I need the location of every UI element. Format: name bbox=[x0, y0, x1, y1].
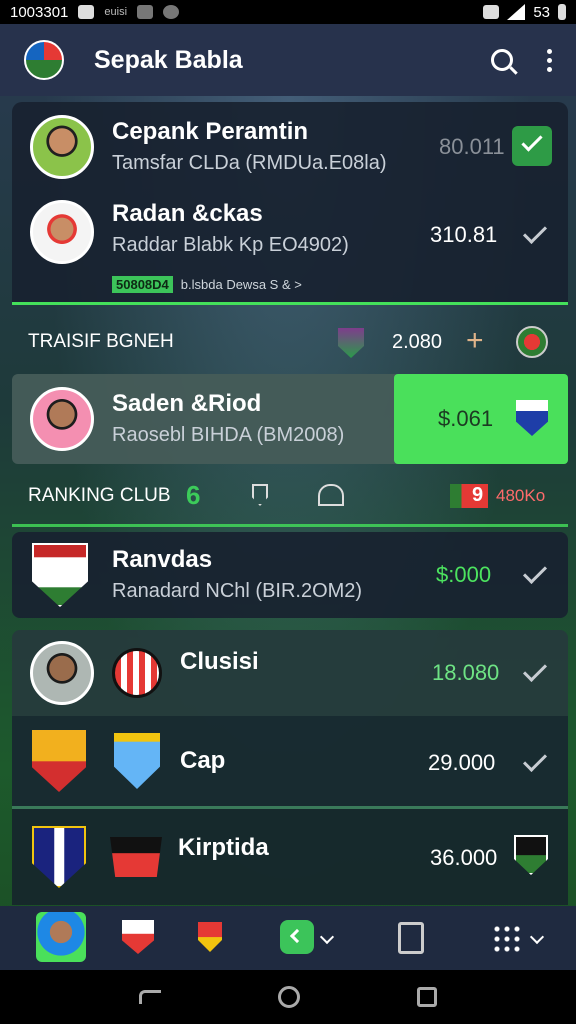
section-title: TRAISIF BGNEH bbox=[28, 331, 174, 352]
transfer-link-strip[interactable]: 50808D4 b.lsbda Dewsa S & > bbox=[112, 276, 302, 293]
recent-apps-icon[interactable] bbox=[417, 987, 438, 1007]
check-icon bbox=[521, 130, 543, 152]
price-value: $.061 bbox=[438, 406, 494, 431]
link-text: b.lsbda Dewsa S & > bbox=[180, 277, 302, 292]
ranking-row[interactable]: Kirptida 36.000 bbox=[12, 809, 568, 905]
club-value: 29.000 bbox=[428, 750, 496, 775]
ranking-row[interactable]: Clusisi 18.080 bbox=[12, 630, 568, 716]
price-panel[interactable]: $.061 bbox=[394, 374, 568, 464]
link-tag: 50808D4 bbox=[112, 276, 173, 293]
club-crest-icon bbox=[32, 826, 86, 888]
club-crest-icon bbox=[114, 733, 160, 789]
chevron-down-icon[interactable] bbox=[319, 929, 335, 945]
nav-more-icon[interactable] bbox=[492, 924, 520, 952]
check-icon[interactable] bbox=[522, 747, 548, 773]
home-icon[interactable] bbox=[277, 986, 300, 1008]
system-nav bbox=[0, 970, 576, 1024]
notification-icon bbox=[78, 5, 95, 19]
flag-number: 9 bbox=[472, 484, 484, 506]
club-badge-icon[interactable] bbox=[516, 326, 548, 358]
player-name: Saden &Riod bbox=[112, 390, 262, 417]
ranking-row[interactable]: Ranvdas Ranadard NChl (BIR.2OM2) $:000 bbox=[12, 532, 568, 618]
status-bar: 1003301 euisi 53 bbox=[0, 0, 576, 24]
ranking-row[interactable]: Cap 29.000 bbox=[12, 716, 568, 806]
player-detail: Raddar Blabk Kp EO4902) bbox=[112, 234, 349, 256]
club-crest-icon bbox=[32, 730, 86, 792]
club-value: $:000 bbox=[436, 562, 492, 587]
section-value: 2.080 bbox=[392, 331, 443, 353]
signal-icon bbox=[507, 4, 526, 20]
player-name: Cepank Peramtin bbox=[112, 118, 309, 145]
club-value: 18.080 bbox=[432, 660, 500, 685]
transfer-value: 310.81 bbox=[430, 222, 498, 247]
alarm-icon bbox=[483, 5, 500, 19]
ranking-section-header: RANKING CLUB 6 9 480Ko bbox=[12, 468, 568, 524]
nav-club-icon[interactable] bbox=[122, 920, 154, 954]
battery-icon bbox=[558, 4, 566, 20]
sync-icon bbox=[163, 5, 180, 19]
app-logo bbox=[24, 40, 64, 80]
app-title: Sepak Babla bbox=[94, 45, 243, 74]
status-time: 1003301 bbox=[10, 3, 69, 21]
battery-level: 53 bbox=[533, 3, 550, 21]
ranking-value: 480Ko bbox=[496, 486, 546, 505]
player-avatar bbox=[30, 387, 94, 451]
add-icon[interactable]: + bbox=[466, 324, 484, 358]
club-crest-icon bbox=[516, 400, 548, 436]
status-app-label: euisi bbox=[104, 6, 128, 18]
player-avatar bbox=[30, 200, 94, 264]
player-name: Radan &ckas bbox=[112, 200, 263, 227]
search-icon[interactable] bbox=[491, 49, 513, 71]
club-name: Cap bbox=[180, 747, 226, 774]
ranking-count: 6 bbox=[186, 480, 201, 510]
club-value: 36.000 bbox=[430, 845, 498, 870]
player-avatar bbox=[30, 115, 94, 179]
club-crest-icon[interactable] bbox=[514, 835, 548, 875]
section-title: RANKING CLUB bbox=[28, 485, 171, 506]
bottom-nav bbox=[0, 906, 576, 970]
club-crest-icon bbox=[338, 328, 364, 358]
photo-icon bbox=[137, 5, 154, 19]
back-icon[interactable] bbox=[138, 990, 161, 1004]
checked-checkbox[interactable] bbox=[512, 126, 552, 166]
club-name: Ranvdas bbox=[112, 546, 213, 573]
chevron-down-icon[interactable] bbox=[529, 929, 545, 945]
app-bar: Sepak Babla bbox=[0, 24, 576, 96]
player-avatar bbox=[30, 641, 94, 705]
transfer-card[interactable]: Cepank Peramtin Tamsfar CLDa (RMDUa.E08l… bbox=[12, 102, 568, 192]
check-icon[interactable] bbox=[522, 559, 548, 585]
club-detail: Ranadard NChl (BIR.2OM2) bbox=[112, 580, 363, 602]
divider bbox=[12, 302, 568, 305]
club-badge-icon bbox=[112, 648, 162, 698]
stadium-icon[interactable] bbox=[318, 484, 344, 506]
nav-badge-icon[interactable] bbox=[198, 922, 222, 952]
club-name: Kirptida bbox=[178, 834, 269, 861]
transfer-card[interactable]: Radan &ckas Raddar Blabk Kp EO4902) 310.… bbox=[12, 192, 568, 302]
more-options-icon[interactable] bbox=[547, 48, 552, 72]
check-icon[interactable] bbox=[522, 219, 548, 245]
nav-profile-icon[interactable] bbox=[36, 912, 86, 962]
transfer-section-header: TRAISIF BGNEH 2.080 + bbox=[12, 312, 568, 372]
club-crest-icon bbox=[32, 543, 88, 607]
highlighted-transfer-card[interactable]: Saden &Riod Raosebl BIHDA (BM2008) $.061 bbox=[12, 374, 568, 464]
transfer-value: 80.011 bbox=[439, 134, 505, 159]
club-name: Clusisi bbox=[180, 648, 259, 675]
nav-active-icon[interactable] bbox=[280, 920, 314, 954]
player-detail: Raosebl BIHDA (BM2008) bbox=[112, 424, 345, 446]
check-icon[interactable] bbox=[522, 657, 548, 683]
club-badge-icon bbox=[110, 837, 162, 877]
player-detail: Tamsfar CLDa (RMDUa.E08la) bbox=[112, 152, 387, 174]
shield-icon[interactable] bbox=[252, 484, 268, 506]
nav-transfer-icon[interactable] bbox=[398, 922, 424, 954]
divider bbox=[12, 524, 568, 527]
